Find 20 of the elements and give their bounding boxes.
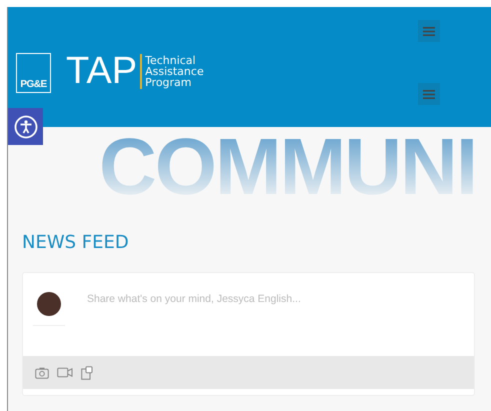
video-button[interactable] [57,367,73,378]
menu-button[interactable] [418,83,440,105]
document-icon [81,366,93,380]
avatar [37,292,61,316]
attachment-button[interactable] [81,366,93,380]
menu-icon [423,90,435,98]
menu-button[interactable] [418,20,440,42]
logo-text: PG&E [20,79,47,90]
post-input-field[interactable]: Share what's on your mind, Jessyca English... [85,292,464,306]
menu-icon [423,26,435,36]
tagline-text: Technical [145,54,197,66]
video-camera-icon [57,367,73,378]
brand-name: TAP [66,50,138,92]
tagline-text: Program [145,76,193,88]
camera-icon [35,366,49,378]
tagline-text: Assistance [145,66,204,76]
section-title: NEWS FEED [22,232,130,253]
accessibility-icon [14,114,38,138]
camera-button[interactable] [35,366,49,378]
accessibility-button[interactable] [8,108,43,145]
